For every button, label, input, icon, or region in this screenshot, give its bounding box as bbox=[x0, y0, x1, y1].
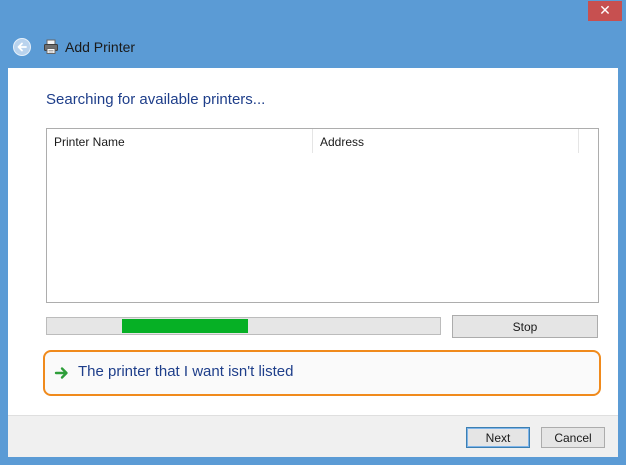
printer-list[interactable]: Printer Name Address bbox=[46, 128, 599, 303]
column-header-printer-name[interactable]: Printer Name bbox=[47, 129, 313, 153]
close-icon: ✕ bbox=[599, 3, 611, 19]
wizard-content: Searching for available printers... Prin… bbox=[8, 68, 618, 415]
add-printer-window: ✕ Add Printer Searching for available pr… bbox=[0, 0, 626, 465]
progress-fill bbox=[122, 319, 248, 333]
close-button[interactable]: ✕ bbox=[588, 1, 622, 21]
back-button[interactable] bbox=[13, 38, 31, 56]
page-heading: Searching for available printers... bbox=[46, 91, 266, 108]
next-button[interactable]: Next bbox=[466, 427, 530, 448]
printer-not-listed-link[interactable]: The printer that I want isn't listed bbox=[43, 350, 601, 396]
column-header-address[interactable]: Address bbox=[313, 129, 579, 153]
wizard-footer: Next Cancel bbox=[8, 415, 618, 457]
printer-not-listed-text: The printer that I want isn't listed bbox=[78, 363, 294, 380]
window-title: Add Printer bbox=[65, 39, 136, 55]
cancel-button[interactable]: Cancel bbox=[541, 427, 605, 448]
green-arrow-icon bbox=[54, 367, 68, 379]
title-bar: Add Printer bbox=[0, 30, 626, 66]
back-arrow-icon bbox=[17, 42, 27, 52]
search-progress-bar bbox=[46, 317, 441, 335]
stop-button[interactable]: Stop bbox=[452, 315, 598, 338]
printer-icon bbox=[44, 39, 58, 54]
